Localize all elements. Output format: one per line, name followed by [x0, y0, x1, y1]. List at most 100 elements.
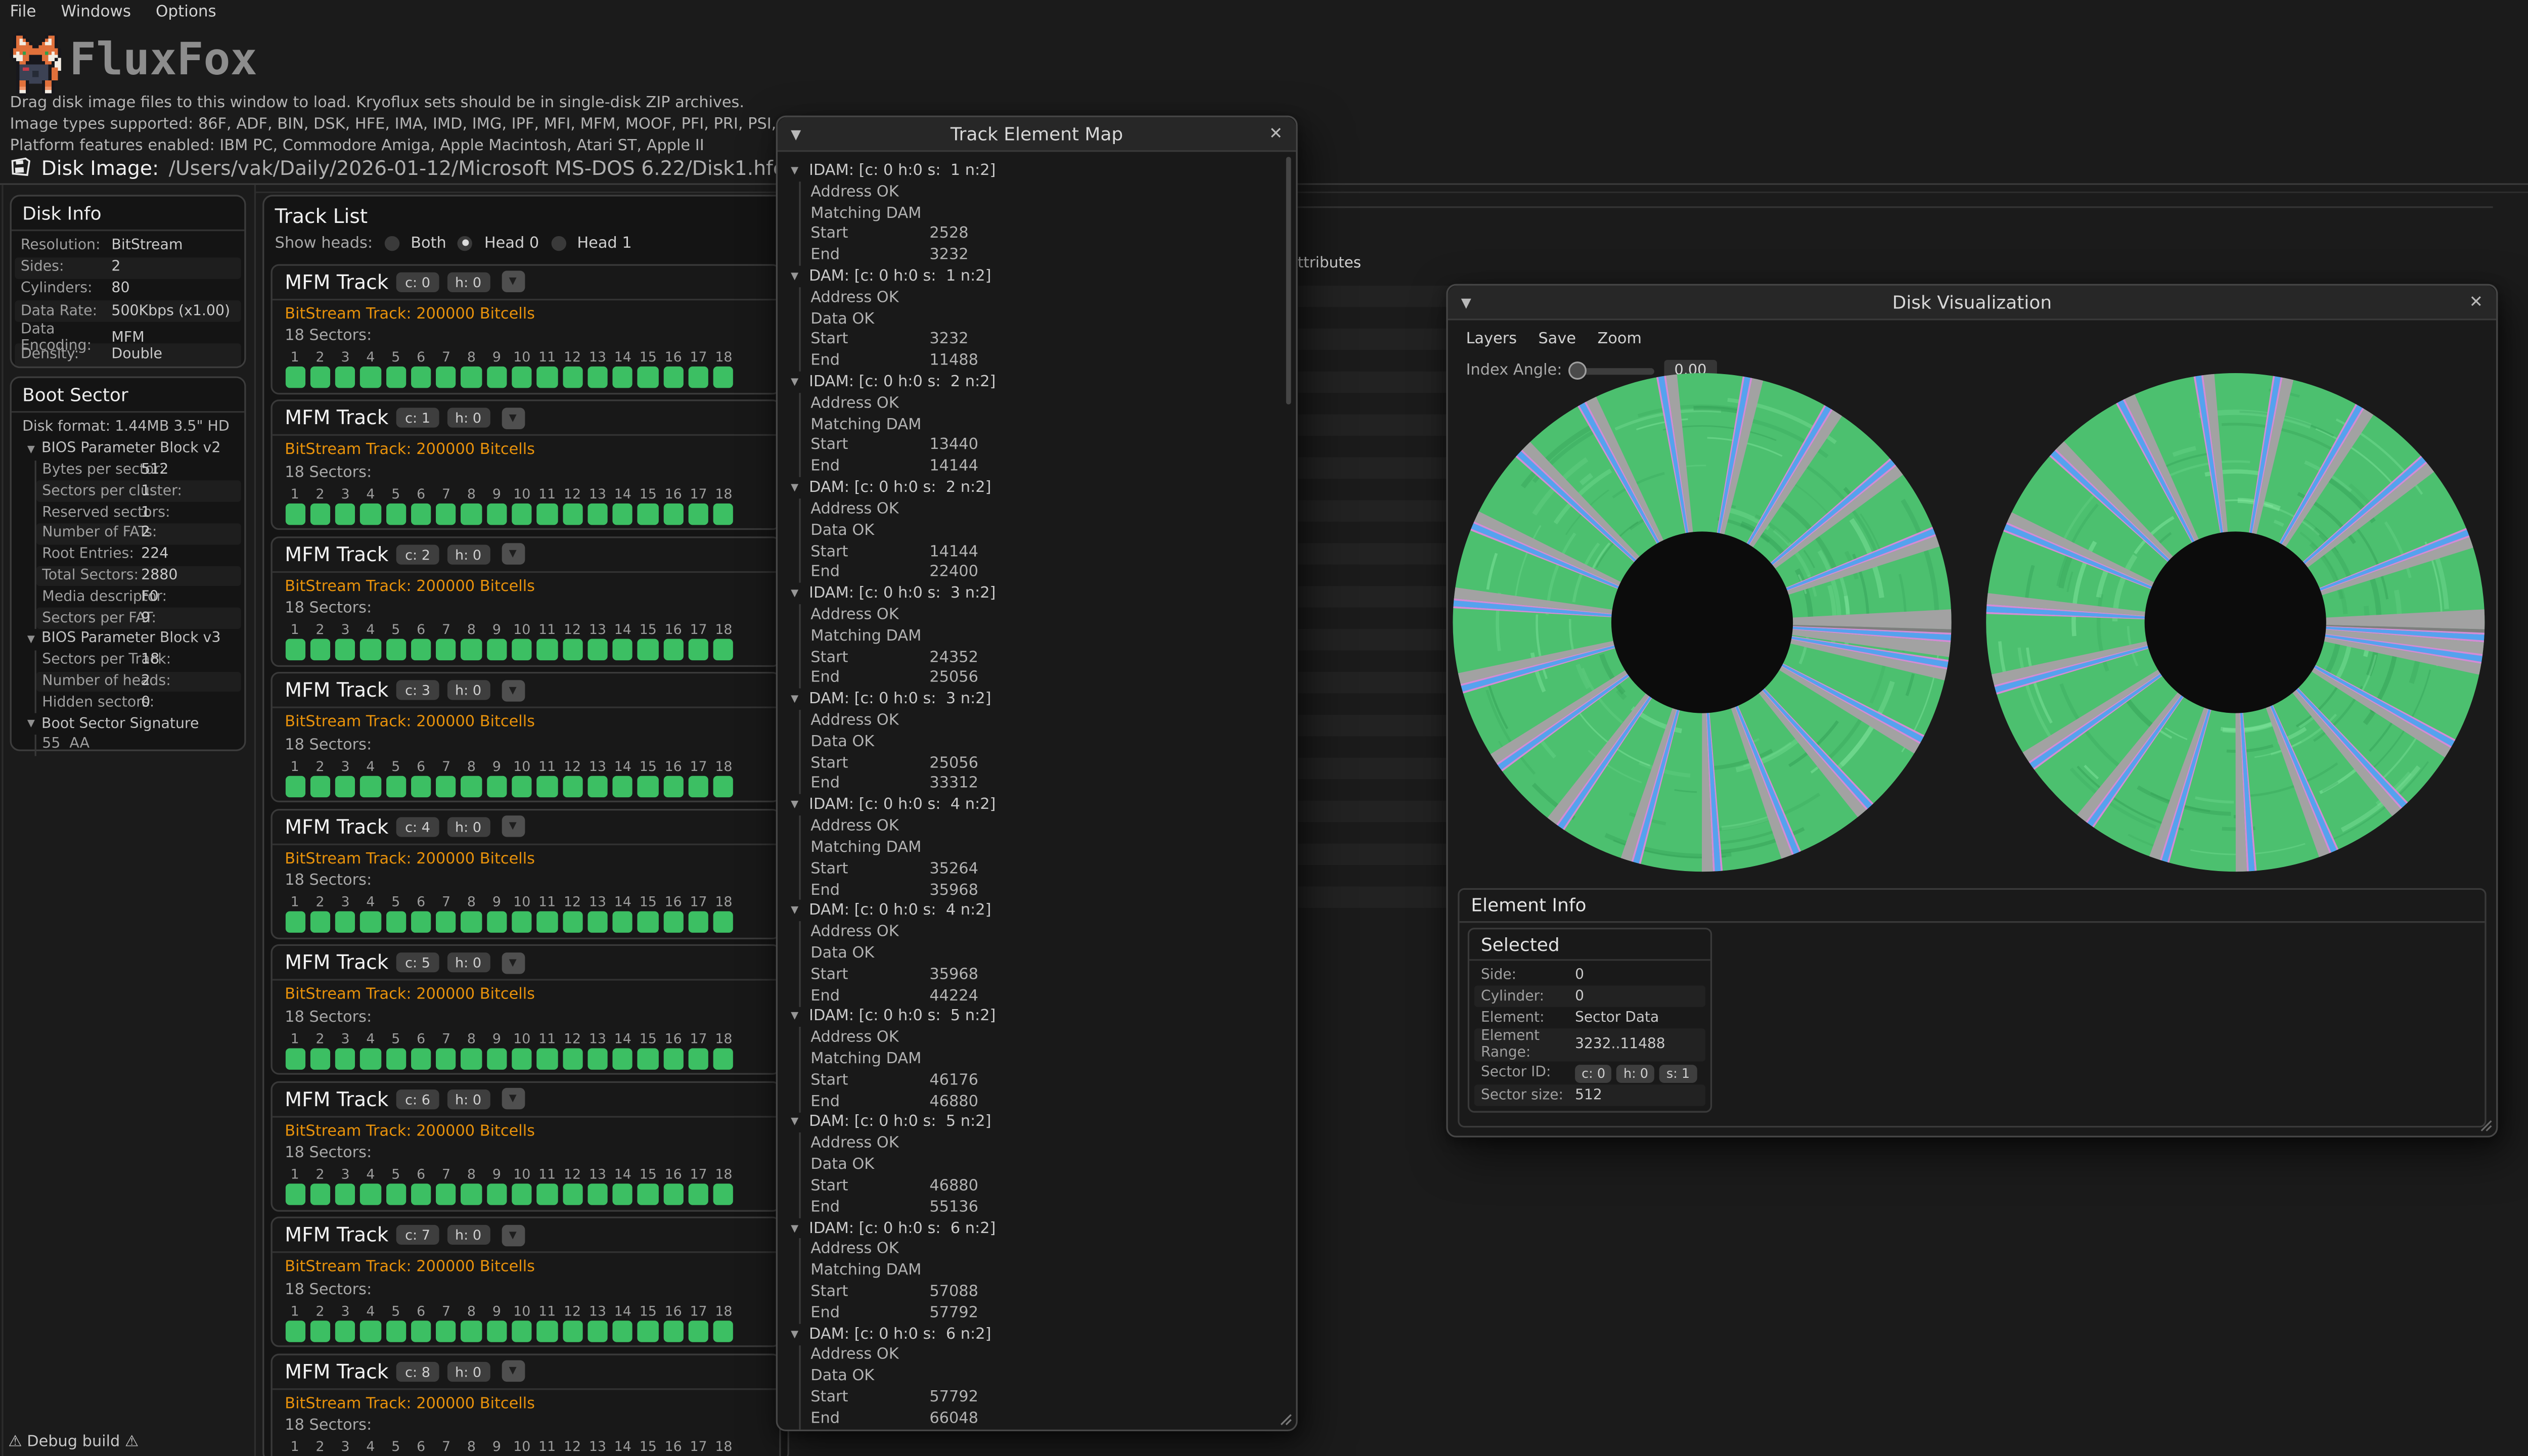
sector-status-cell[interactable]	[335, 775, 355, 796]
sector-status-cell[interactable]	[714, 367, 734, 388]
sector-status-cell[interactable]	[335, 1048, 355, 1069]
sector-status-cell[interactable]	[360, 639, 381, 660]
resize-grip[interactable]	[2476, 1116, 2493, 1132]
sector-status-cell[interactable]	[360, 503, 381, 524]
sector-status-cell[interactable]	[714, 775, 734, 796]
sector-status-cell[interactable]	[436, 1048, 457, 1069]
track-card-header[interactable]: MFM Trackc: 4h: 0▼	[272, 810, 778, 845]
sector-status-cell[interactable]	[335, 367, 355, 388]
sector-status-cell[interactable]	[613, 1320, 633, 1341]
sector-status-cell[interactable]	[588, 1320, 608, 1341]
sector-status-cell[interactable]	[285, 1048, 305, 1069]
close-icon[interactable]: ✕	[2460, 293, 2483, 311]
disk-surface-head0[interactable]	[1450, 370, 1955, 875]
sector-status-cell[interactable]	[411, 367, 431, 388]
sector-status-cell[interactable]	[562, 775, 582, 796]
sector-status-cell[interactable]	[360, 911, 381, 932]
sector-status-cell[interactable]	[462, 639, 482, 660]
sector-status-cell[interactable]	[285, 911, 305, 932]
sector-status-cell[interactable]	[537, 367, 557, 388]
tree-group-header[interactable]: ▼Boot Sector Signature	[14, 713, 240, 735]
sector-status-cell[interactable]	[689, 775, 709, 796]
sector-status-cell[interactable]	[436, 1320, 457, 1341]
collapse-icon[interactable]: ▼	[27, 443, 35, 455]
collapse-icon[interactable]: ▼	[791, 1011, 802, 1023]
element-tree-header[interactable]: ▼IDAM: [c: 0 h:0 s: 1 n:2]	[791, 160, 1283, 181]
sector-status-cell[interactable]	[386, 1320, 406, 1341]
menu-item[interactable]: File	[10, 4, 36, 22]
sector-status-cell[interactable]	[310, 1048, 330, 1069]
track-element-map-titlebar[interactable]: ▼ Track Element Map ✕	[778, 117, 1296, 152]
sector-status-cell[interactable]	[638, 367, 658, 388]
collapse-icon[interactable]: ▼	[791, 799, 802, 811]
sector-status-cell[interactable]	[638, 503, 658, 524]
element-tree-header[interactable]: ▼IDAM: [c: 0 h:0 s: 4 n:2]	[791, 795, 1283, 816]
disk-visualization-titlebar[interactable]: ▼ Disk Visualization ✕	[1448, 286, 2496, 321]
sector-status-cell[interactable]	[689, 503, 709, 524]
sector-status-cell[interactable]	[335, 911, 355, 932]
sector-status-cell[interactable]	[714, 503, 734, 524]
sector-status-cell[interactable]	[588, 1048, 608, 1069]
track-card-header[interactable]: MFM Trackc: 2h: 0▼	[272, 537, 778, 572]
element-tree-header[interactable]: ▼IDAM: [c: 0 h:0 s: 3 n:2]	[791, 583, 1283, 604]
sector-status-cell[interactable]	[562, 1320, 582, 1341]
sector-status-cell[interactable]	[689, 639, 709, 660]
disk-visualization-window[interactable]: ▼ Disk Visualization ✕ LayersSaveZoom In…	[1446, 284, 2498, 1138]
sector-status-cell[interactable]	[486, 1320, 507, 1341]
track-card-header[interactable]: MFM Trackc: 5h: 0▼	[272, 946, 778, 981]
sector-status-cell[interactable]	[335, 1320, 355, 1341]
track-card-header[interactable]: MFM Trackc: 7h: 0▼	[272, 1218, 778, 1253]
track-card-header[interactable]: MFM Trackc: 8h: 0▼	[272, 1354, 778, 1389]
track-card-header[interactable]: MFM Trackc: 1h: 0▼	[272, 401, 778, 436]
sector-status-cell[interactable]	[486, 1184, 507, 1205]
sector-status-cell[interactable]	[360, 1048, 381, 1069]
sector-status-cell[interactable]	[285, 367, 305, 388]
sector-status-cell[interactable]	[411, 639, 431, 660]
collapse-icon[interactable]: ▼	[791, 126, 814, 141]
sector-status-cell[interactable]	[310, 1184, 330, 1205]
track-dropdown-button[interactable]: ▼	[501, 1360, 524, 1382]
sector-status-cell[interactable]	[613, 503, 633, 524]
sector-status-cell[interactable]	[486, 775, 507, 796]
sector-status-cell[interactable]	[512, 639, 532, 660]
sector-status-cell[interactable]	[386, 1184, 406, 1205]
collapse-icon[interactable]: ▼	[791, 165, 802, 176]
element-tree-header[interactable]: ▼DAM: [c: 0 h:0 s: 6 n:2]	[791, 1324, 1283, 1345]
sector-status-cell[interactable]	[462, 911, 482, 932]
sector-status-cell[interactable]	[714, 1048, 734, 1069]
track-card-header[interactable]: MFM Trackc: 0h: 0▼	[272, 265, 778, 300]
viz-menu-item[interactable]: Layers	[1466, 330, 1517, 348]
sector-status-cell[interactable]	[436, 367, 457, 388]
sector-status-cell[interactable]	[411, 1184, 431, 1205]
viz-menu-item[interactable]: Zoom	[1597, 330, 1642, 348]
sector-status-cell[interactable]	[462, 367, 482, 388]
sector-status-cell[interactable]	[386, 775, 406, 796]
sector-status-cell[interactable]	[360, 367, 381, 388]
collapse-icon[interactable]: ▼	[791, 1117, 802, 1128]
sector-status-cell[interactable]	[638, 1048, 658, 1069]
sector-status-cell[interactable]	[386, 367, 406, 388]
sector-status-cell[interactable]	[613, 639, 633, 660]
radio-head-option[interactable]	[458, 235, 473, 250]
track-dropdown-button[interactable]: ▼	[501, 951, 524, 973]
sector-status-cell[interactable]	[638, 911, 658, 932]
sector-status-cell[interactable]	[663, 1048, 684, 1069]
track-element-map-window[interactable]: ▼ Track Element Map ✕ ▼IDAM: [c: 0 h:0 s…	[776, 116, 1298, 1431]
track-dropdown-button[interactable]: ▼	[501, 543, 524, 564]
sector-status-cell[interactable]	[689, 1184, 709, 1205]
track-dropdown-button[interactable]: ▼	[501, 271, 524, 292]
sector-status-cell[interactable]	[436, 775, 457, 796]
track-dropdown-button[interactable]: ▼	[501, 1224, 524, 1245]
collapse-icon[interactable]: ▼	[791, 1222, 802, 1234]
sector-status-cell[interactable]	[285, 775, 305, 796]
sector-status-cell[interactable]	[663, 911, 684, 932]
sector-status-cell[interactable]	[537, 1320, 557, 1341]
sector-status-cell[interactable]	[562, 1048, 582, 1069]
resize-grip[interactable]	[1276, 1410, 1293, 1427]
sector-status-cell[interactable]	[588, 775, 608, 796]
sector-status-cell[interactable]	[360, 1320, 381, 1341]
sector-status-cell[interactable]	[310, 503, 330, 524]
sector-status-cell[interactable]	[335, 503, 355, 524]
collapse-icon[interactable]: ▼	[791, 1328, 802, 1340]
sector-status-cell[interactable]	[310, 367, 330, 388]
